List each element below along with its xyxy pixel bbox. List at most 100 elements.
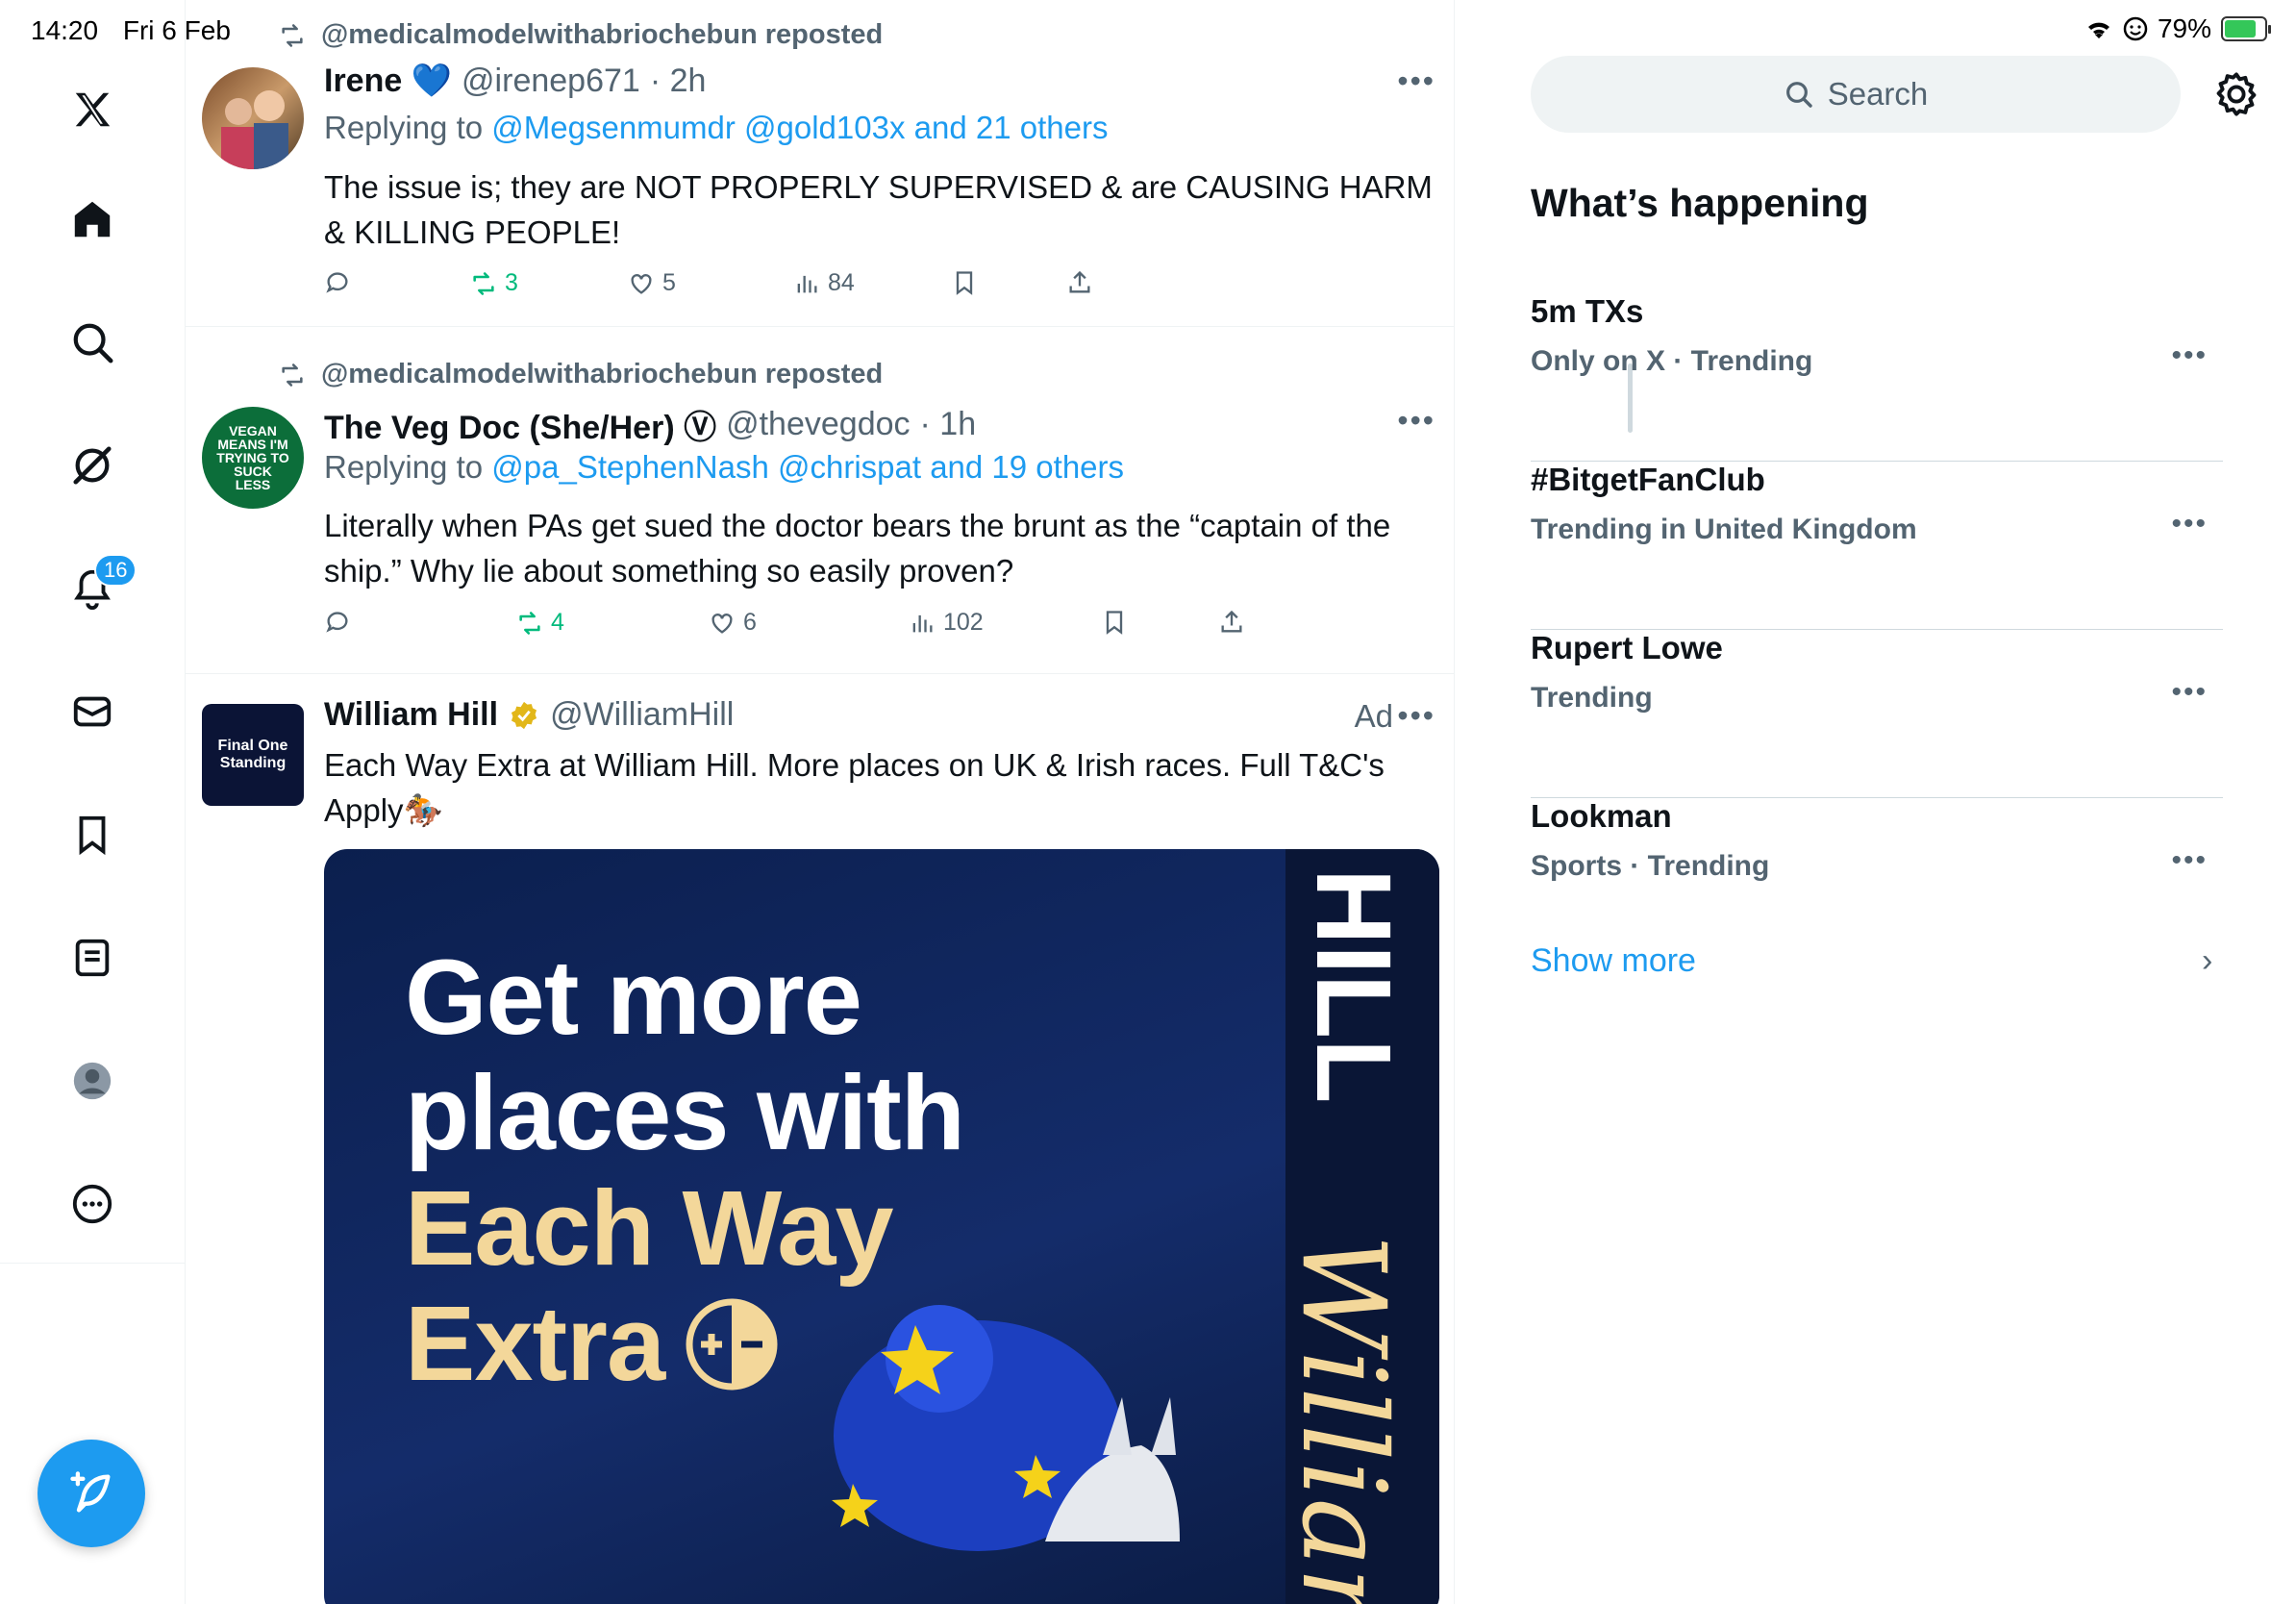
trend-item[interactable]: Rupert Lowe Trending •••	[1531, 630, 2223, 798]
post-header: The Veg Doc (She/Her) Ⓥ @thevegdoc · 1h	[324, 401, 976, 448]
verified-gold-badge-icon	[512, 701, 537, 729]
trend-title: #BitgetFanClub	[1531, 462, 1765, 497]
profile-icon	[73, 1062, 112, 1100]
nav-notifications[interactable]: 16	[54, 550, 137, 627]
ad-brand-text: HILL	[1294, 868, 1412, 1104]
reply-button[interactable]	[324, 269, 351, 296]
search-icon	[73, 323, 113, 363]
ad-image[interactable]: Get more places with Each Way Extra HILL…	[324, 849, 1439, 1604]
search-placeholder: Search	[1827, 76, 1929, 112]
trend-item[interactable]: Lookman Sports · Trending •••	[1531, 798, 2223, 966]
views-button[interactable]: 84	[793, 269, 855, 297]
status-indicators: 79%	[2084, 13, 2271, 44]
author-name[interactable]: Irene 💙	[324, 62, 452, 100]
more-options-icon[interactable]: •••	[1397, 403, 1435, 439]
more-options-icon[interactable]: •••	[1397, 698, 1435, 734]
avatar[interactable]: Final One Standing	[202, 704, 304, 806]
heart-icon	[631, 273, 652, 294]
list-icon	[75, 939, 110, 977]
avatar-text: VEGAN MEANS I'M TRYING TO SUCK LESS	[216, 423, 289, 492]
trend-item[interactable]: #BitgetFanClub Trending in United Kingdo…	[1531, 462, 2223, 630]
like-count: 5	[662, 269, 676, 296]
reply-mentions[interactable]: @pa_StephenNash @chrispat and 19 others	[491, 449, 1124, 485]
post-text: Each Way Extra at William Hill. More pla…	[324, 747, 1385, 828]
chevron-right-icon[interactable]: ›	[2202, 942, 2212, 980]
heart-icon	[711, 613, 733, 634]
x-logo-icon[interactable]	[54, 71, 131, 148]
author-handle[interactable]: @thevegdoc	[726, 406, 910, 443]
nav-lists[interactable]	[54, 919, 131, 996]
bookmark-button[interactable]	[951, 269, 978, 296]
share-button[interactable]	[1066, 269, 1093, 296]
trend-title: 5m TXs	[1531, 293, 1644, 329]
repost-icon	[282, 363, 303, 387]
trend-subtitle: Trending in United Kingdom	[1531, 514, 1917, 545]
repost-button[interactable]: 3	[470, 269, 518, 297]
views-button[interactable]: 102	[909, 609, 984, 637]
view-count: 102	[943, 609, 984, 636]
whats-happening-title: What’s happening	[1531, 181, 1869, 225]
trend-title: Rupert Lowe	[1531, 630, 1723, 665]
view-count: 84	[828, 269, 855, 296]
author-handle[interactable]: @irenep671	[462, 63, 640, 100]
post-header: Irene 💙 @irenep671 · 2h	[324, 62, 706, 100]
grok-icon	[73, 446, 112, 485]
more-options-icon[interactable]: •••	[1397, 63, 1435, 99]
like-button[interactable]: 5	[628, 269, 676, 297]
reply-prefix: Replying to	[324, 110, 484, 145]
trend-title: Lookman	[1531, 798, 1672, 834]
repost-button[interactable]: 4	[516, 609, 564, 637]
trend-subtitle: Sports · Trending	[1531, 850, 1770, 882]
repost-count: 4	[551, 609, 564, 636]
ad-headline-line1: Get more	[405, 939, 862, 1057]
like-button[interactable]: 6	[709, 609, 757, 637]
nav-messages[interactable]	[54, 673, 131, 750]
author-name[interactable]: William Hill	[324, 696, 498, 734]
nav-bookmarks[interactable]	[54, 796, 131, 873]
ad-label: Ad	[1354, 698, 1393, 734]
post-time[interactable]: · 2h	[650, 63, 707, 100]
reply-mentions[interactable]: @Megsenmumdr @gold103x and 21 others	[491, 110, 1108, 145]
repost-count: 3	[505, 269, 518, 296]
post-irene[interactable]: @medicalmodelwithabriochebun reposted Ir…	[186, 0, 1455, 327]
trend-subtitle: Only on X · Trending	[1531, 345, 1813, 377]
nav-more[interactable]	[54, 1165, 131, 1242]
share-button[interactable]	[1218, 609, 1245, 636]
trend-more-icon[interactable]: •••	[2171, 339, 2208, 372]
focus-smiley-icon	[2123, 16, 2148, 41]
nav-home[interactable]	[54, 181, 131, 258]
bookmark-icon	[79, 815, 106, 856]
reply-button[interactable]	[324, 609, 351, 636]
post-header: William Hill @WilliamHill	[324, 696, 734, 734]
post-time[interactable]: · 1h	[920, 406, 977, 443]
post-thevegdoc[interactable]: @medicalmodelwithabriochebun reposted VE…	[186, 328, 1455, 674]
battery-percent: 79%	[2157, 13, 2211, 43]
post-actions: 3 5 84	[324, 269, 1382, 308]
nav-grok[interactable]	[54, 427, 131, 504]
author-handle[interactable]: @WilliamHill	[550, 696, 734, 734]
reply-icon	[326, 272, 348, 293]
show-more-link[interactable]: Show more	[1531, 942, 1696, 980]
repost-icon	[519, 611, 540, 635]
nav-profile[interactable]	[54, 1042, 131, 1119]
trend-more-icon[interactable]: •••	[2171, 508, 2208, 540]
compose-post-button[interactable]	[37, 1440, 145, 1547]
repost-indicator: @medicalmodelwithabriochebun reposted	[277, 19, 883, 51]
trend-item[interactable]: 5m TXs Only on X · Trending •••	[1531, 293, 2223, 462]
trend-more-icon[interactable]: •••	[2171, 844, 2208, 877]
post-text: Literally when PAs get sued the doctor b…	[324, 508, 1391, 589]
avatar[interactable]	[202, 67, 304, 169]
search-bar[interactable]: Search	[1531, 56, 2181, 133]
trend-more-icon[interactable]: •••	[2171, 676, 2208, 709]
avatar[interactable]: VEGAN MEANS I'M TRYING TO SUCK LESS	[202, 407, 304, 509]
mail-icon	[73, 696, 112, 727]
reply-prefix: Replying to	[324, 449, 484, 485]
bookmark-button[interactable]	[1101, 609, 1128, 636]
settings-gear-icon[interactable]	[2211, 69, 2261, 119]
author-name[interactable]: The Veg Doc (She/Her) Ⓥ	[324, 401, 716, 448]
reply-context: Replying to @pa_StephenNash @chrispat an…	[324, 449, 1124, 486]
nav-explore[interactable]	[54, 304, 131, 381]
more-icon	[72, 1184, 112, 1224]
post-ad-williamhill[interactable]: Final One Standing William Hill @William…	[186, 675, 1455, 1604]
share-icon	[1221, 610, 1242, 633]
